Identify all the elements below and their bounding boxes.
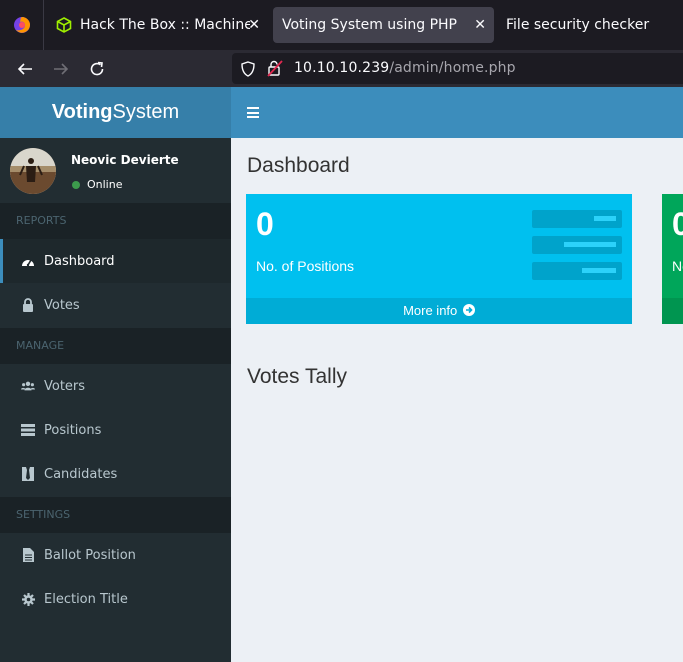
sidebar-toggle-icon[interactable] xyxy=(247,107,259,118)
user-status-label: Online xyxy=(87,178,123,191)
sidebar-item-voters[interactable]: Voters xyxy=(0,364,231,408)
url-text[interactable]: 10.10.10.239/admin/home.php xyxy=(294,60,516,76)
user-status: Online xyxy=(71,178,122,191)
arrow-circle-right-icon xyxy=(462,304,475,316)
online-dot-icon xyxy=(72,180,80,189)
more-info-link[interactable]: More info xyxy=(246,298,632,324)
menu-header-reports: REPORTS xyxy=(0,203,231,239)
positions-info-box: 0 No. of Positions More info xyxy=(246,194,632,324)
menu-header-manage: MANAGE xyxy=(0,328,231,364)
avatar xyxy=(10,148,56,194)
tab-hackthebox[interactable]: Hack The Box :: Machines ✕ xyxy=(50,7,268,43)
more-info-link[interactable] xyxy=(662,298,683,324)
sidebar-item-label: Candidates xyxy=(44,466,118,482)
firefox-menu-button[interactable] xyxy=(0,0,44,50)
menu-header-settings: SETTINGS xyxy=(0,497,231,533)
logo-rest: System xyxy=(112,101,180,123)
shield-icon[interactable] xyxy=(241,61,255,77)
url-path: /admin/home.php xyxy=(389,60,516,76)
forward-arrow-icon[interactable] xyxy=(50,58,72,80)
insecure-lock-icon[interactable] xyxy=(267,60,283,77)
url-bar[interactable]: 10.10.10.239/admin/home.php xyxy=(232,53,683,84)
tab-title: Hack The Box :: Machines xyxy=(80,17,250,33)
tab-title: File security checker xyxy=(506,17,650,33)
reload-icon[interactable] xyxy=(86,58,108,80)
sidebar-item-label: Voters xyxy=(44,378,86,394)
sidebar-item-dashboard[interactable]: Dashboard xyxy=(0,239,231,283)
user-panel: Neovic Devierte Online xyxy=(0,138,231,203)
tasks-list-icon xyxy=(532,210,622,280)
back-arrow-icon[interactable] xyxy=(14,58,36,80)
second-count: 0 xyxy=(672,206,683,242)
sidebar-item-ballot-position[interactable]: Ballot Position xyxy=(0,533,231,577)
firefox-icon xyxy=(13,17,30,33)
tab-voting-system[interactable]: Voting System using PHP ✕ xyxy=(273,7,494,43)
sidebar-item-label: Dashboard xyxy=(44,253,115,269)
close-tab-icon[interactable]: ✕ xyxy=(474,17,486,33)
browser-nav-bar: 10.10.10.239/admin/home.php xyxy=(0,50,683,87)
sidebar-item-election-title[interactable]: Election Title xyxy=(0,577,231,621)
logo-bold: Voting xyxy=(51,101,113,123)
lock-icon xyxy=(21,298,35,312)
more-info-label: More info xyxy=(403,303,458,318)
page-title: Dashboard xyxy=(247,154,350,177)
sidebar-item-label: Positions xyxy=(44,422,102,438)
dashboard-gauge-icon xyxy=(21,254,35,268)
tasks-list-icon xyxy=(21,423,35,437)
black-tie-icon xyxy=(21,467,35,481)
second-info-box: 0 No xyxy=(662,194,683,324)
tab-title: Voting System using PHP xyxy=(282,17,457,33)
sidebar-item-votes[interactable]: Votes xyxy=(0,283,231,327)
sidebar-item-candidates[interactable]: Candidates xyxy=(0,452,231,496)
top-navbar xyxy=(231,87,683,138)
sidebar-item-label: Election Title xyxy=(44,591,128,607)
close-tab-icon[interactable]: ✕ xyxy=(248,17,260,33)
user-name: Neovic Devierte xyxy=(71,153,179,167)
votes-tally-title: Votes Tally xyxy=(247,365,348,388)
file-text-icon xyxy=(21,548,35,562)
hackthebox-cube-icon xyxy=(56,17,72,33)
sidebar-item-label: Votes xyxy=(44,297,80,313)
voting-system-app: Voting System Neovic Devierte Online REPO… xyxy=(0,87,683,662)
second-label: No xyxy=(672,258,683,274)
positions-count: 0 xyxy=(256,206,274,242)
browser-tab-strip: Hack The Box :: Machines ✕ Voting System… xyxy=(0,0,683,50)
positions-label: No. of Positions xyxy=(256,258,355,274)
url-host: 10.10.10.239 xyxy=(294,60,390,76)
tab-file-security-checker[interactable]: File security checker xyxy=(500,7,683,43)
sidebar-item-label: Ballot Position xyxy=(44,547,136,563)
sidebar: Voting System Neovic Devierte Online REPO… xyxy=(0,87,231,662)
users-icon xyxy=(21,379,35,393)
app-logo[interactable]: Voting System xyxy=(0,87,231,138)
sidebar-item-positions[interactable]: Positions xyxy=(0,408,231,452)
cog-icon xyxy=(21,592,35,606)
